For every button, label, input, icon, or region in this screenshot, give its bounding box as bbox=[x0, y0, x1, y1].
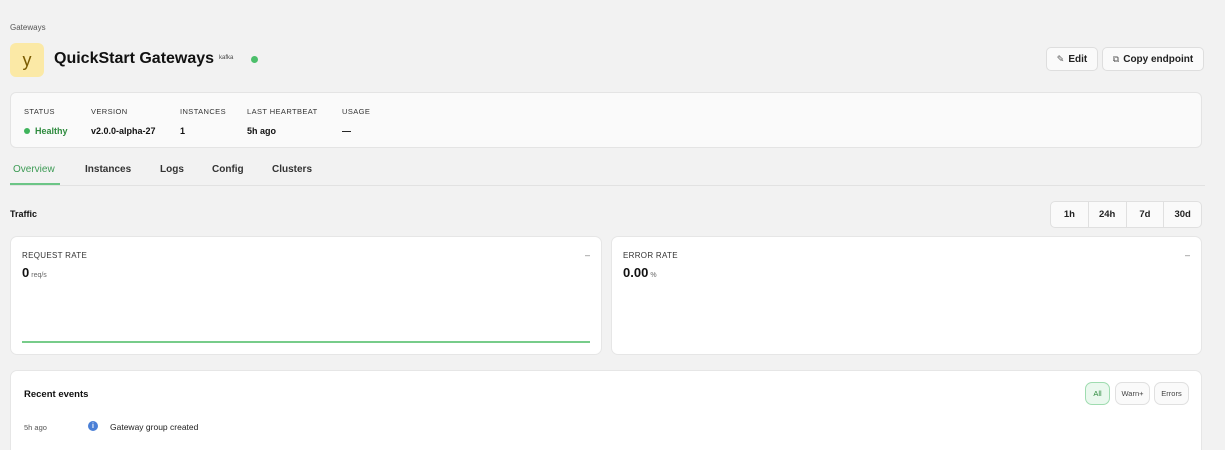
filter-warn-button[interactable]: Warn+ bbox=[1115, 382, 1150, 405]
copy-endpoint-button[interactable]: ⧉ Copy endpoint bbox=[1102, 47, 1204, 71]
request-rate-card: REQUEST RATE – 0 req/s bbox=[10, 236, 602, 355]
range-1h-button[interactable]: 1h bbox=[1051, 202, 1088, 227]
edit-label: Edit bbox=[1068, 53, 1088, 65]
time-range-selector: 1h 24h 7d 30d bbox=[1050, 201, 1202, 228]
range-30d-button[interactable]: 30d bbox=[1163, 202, 1201, 227]
instances-value: 1 bbox=[180, 126, 186, 136]
summary-usage: USAGE — bbox=[342, 107, 370, 136]
request-rate-number: 0 bbox=[22, 265, 30, 280]
heartbeat-label: LAST HEARTBEAT bbox=[247, 107, 318, 116]
status-value: Healthy bbox=[24, 126, 68, 136]
recent-events-heading: Recent events bbox=[24, 389, 89, 400]
error-rate-number: 0.00 bbox=[623, 265, 649, 280]
pencil-icon: ✎ bbox=[1056, 53, 1065, 64]
error-rate-dash: – bbox=[1184, 250, 1190, 260]
info-icon: i bbox=[88, 421, 98, 431]
error-rate-unit: % bbox=[650, 272, 657, 279]
tab-instances[interactable]: Instances bbox=[85, 164, 131, 175]
range-24h-button[interactable]: 24h bbox=[1087, 202, 1126, 227]
copy-label: Copy endpoint bbox=[1123, 53, 1194, 65]
tab-overview[interactable]: Overview bbox=[13, 164, 55, 175]
error-rate-value: 0.00% bbox=[623, 265, 657, 280]
event-row: 5h ago i Gateway group created bbox=[24, 421, 624, 435]
filter-errors-button[interactable]: Errors bbox=[1154, 382, 1189, 405]
gateway-logo-icon: y bbox=[10, 43, 44, 77]
copy-icon: ⧉ bbox=[1112, 53, 1120, 64]
summary-heartbeat: LAST HEARTBEAT 5h ago bbox=[247, 107, 318, 136]
status-dot-icon bbox=[251, 56, 258, 63]
error-rate-label: ERROR RATE bbox=[623, 251, 678, 260]
filter-all-button[interactable]: All bbox=[1085, 382, 1110, 405]
healthy-dot-icon bbox=[24, 128, 30, 134]
usage-value: — bbox=[342, 126, 351, 136]
tab-config[interactable]: Config bbox=[212, 164, 244, 175]
traffic-heading: Traffic bbox=[10, 209, 38, 219]
edit-button[interactable]: ✎ Edit bbox=[1046, 47, 1098, 71]
request-rate-dash: – bbox=[584, 250, 590, 260]
page-header: y QuickStart Gateways kafka ✎ Edit ⧉ Cop… bbox=[10, 43, 1205, 77]
logo-glyph: y bbox=[22, 49, 32, 70]
request-rate-label: REQUEST RATE bbox=[22, 251, 88, 260]
summary-panel: STATUS Healthy VERSION v2.0.0-alpha-27 I… bbox=[10, 92, 1202, 148]
usage-label: USAGE bbox=[342, 107, 371, 116]
error-rate-card: ERROR RATE – 0.00% bbox=[611, 236, 1202, 355]
event-text: Gateway group created bbox=[110, 422, 199, 432]
heartbeat-value: 5h ago bbox=[247, 126, 277, 136]
request-rate-unit: req/s bbox=[31, 272, 47, 279]
request-rate-sparkline bbox=[22, 341, 590, 343]
tab-logs[interactable]: Logs bbox=[160, 164, 184, 175]
protocol-tag: kafka bbox=[219, 55, 234, 61]
status-text: Healthy bbox=[35, 126, 68, 136]
event-time: 5h ago bbox=[24, 423, 47, 432]
gateway-page: Gateways y QuickStart Gateways kafka ✎ E… bbox=[0, 0, 1225, 450]
request-rate-value: 0 req/s bbox=[22, 265, 47, 280]
active-tab-indicator bbox=[10, 183, 60, 185]
summary-version: VERSION v2.0.0-alpha-27 bbox=[91, 107, 156, 136]
tab-clusters[interactable]: Clusters bbox=[272, 164, 312, 175]
page-title: QuickStart Gateways bbox=[54, 50, 215, 67]
tab-bar: Overview Instances Logs Config Clusters bbox=[10, 158, 1205, 186]
instances-label: INSTANCES bbox=[180, 107, 226, 116]
status-label: STATUS bbox=[24, 107, 55, 116]
range-7d-button[interactable]: 7d bbox=[1125, 202, 1164, 227]
breadcrumb[interactable]: Gateways bbox=[10, 23, 46, 32]
version-value: v2.0.0-alpha-27 bbox=[91, 126, 156, 136]
summary-instances: INSTANCES 1 bbox=[180, 107, 226, 136]
recent-events-card: Recent events All Warn+ Errors 5h ago i … bbox=[10, 370, 1202, 450]
version-label: VERSION bbox=[91, 107, 128, 116]
summary-status: STATUS Healthy bbox=[24, 107, 68, 136]
